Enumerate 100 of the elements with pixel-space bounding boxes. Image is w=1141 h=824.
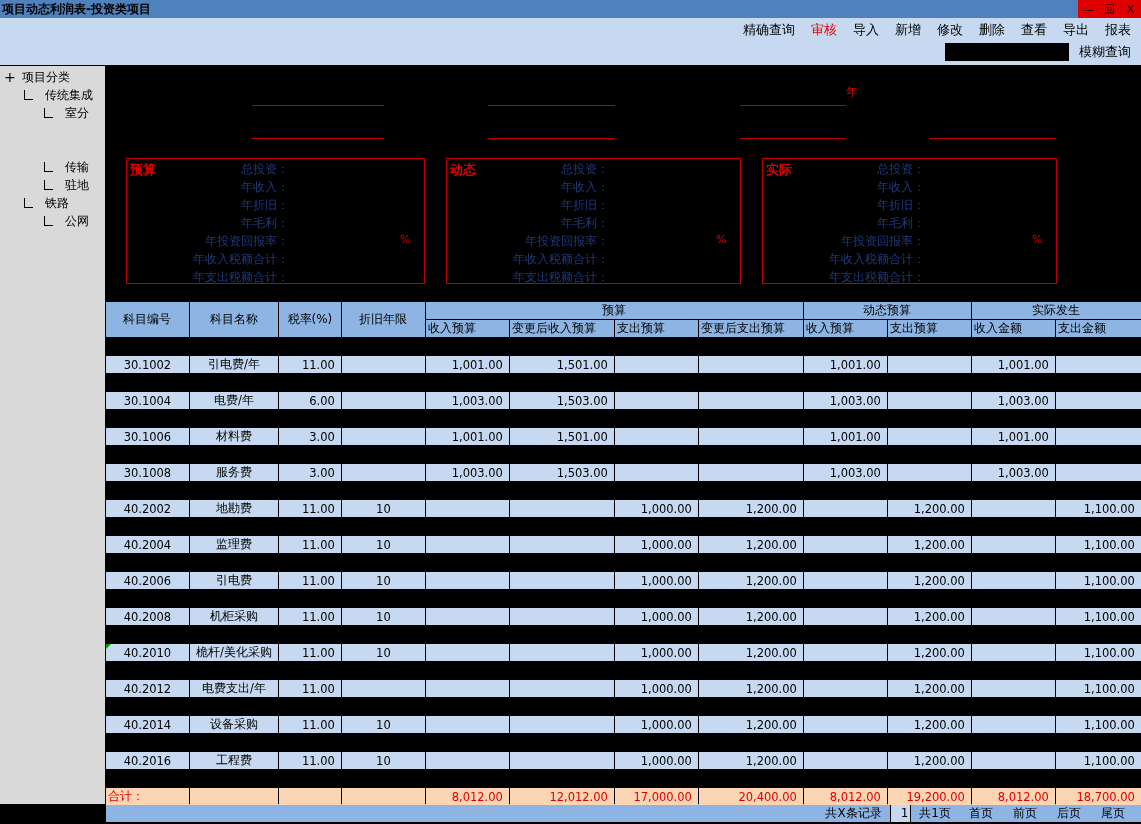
table-cell: 1,200.00: [887, 644, 971, 661]
field-label: 年毛利：: [875, 215, 925, 232]
table-cell: 10: [341, 644, 425, 661]
column-group-header: 动态预算: [803, 302, 971, 319]
window-control-button[interactable]: X: [1120, 0, 1141, 18]
field-label: 年收入税额合计：: [511, 251, 609, 268]
table-cell: 1,200.00: [887, 680, 971, 697]
column-header: 税率(%): [278, 302, 341, 337]
table-cell: 1,001.00: [971, 356, 1055, 373]
tree-branch-icon: [24, 198, 33, 208]
table-cell: 1,100.00: [1055, 572, 1141, 589]
page-button[interactable]: 尾页: [1091, 804, 1135, 822]
tree-item[interactable]: 铁路: [45, 194, 69, 212]
page-button[interactable]: 前页: [1003, 804, 1047, 822]
field-label: 年折旧：: [559, 197, 609, 214]
field-label: 年支出税额合计：: [191, 269, 289, 286]
table-cell: 1,000.00: [614, 536, 698, 553]
tree-branch-icon: [24, 90, 33, 100]
table-cell: 1,000.00: [614, 644, 698, 661]
field-label: 年收入税额合计：: [191, 251, 289, 268]
unit-label: %: [715, 233, 727, 246]
table-cell: 1,200.00: [887, 536, 971, 553]
table-cell: 1,000.00: [614, 500, 698, 517]
tree-item[interactable]: 传统集成: [45, 86, 93, 104]
page-button[interactable]: 后页: [1047, 804, 1091, 822]
table-cell: 10: [341, 500, 425, 517]
unit-label: %: [1031, 233, 1043, 246]
table-cell: 40.2004: [105, 536, 189, 553]
table-cell: 1,003.00: [971, 464, 1055, 481]
column-header: 支出预算: [614, 320, 698, 337]
field-label: 年折旧：: [875, 197, 925, 214]
table-cell: 1,100.00: [1055, 716, 1141, 733]
toolbar-button[interactable]: 报表: [1099, 22, 1137, 39]
fill-in-line[interactable]: [487, 105, 615, 106]
search-field[interactable]: [945, 43, 1069, 61]
table-cell: 1,100.00: [1055, 644, 1141, 661]
tree-item[interactable]: 传输: [65, 158, 89, 176]
table-cell: 1,001.00: [971, 428, 1055, 445]
fill-in-line[interactable]: [928, 138, 1056, 139]
toolbar-button[interactable]: 查看: [1015, 22, 1053, 39]
table-cell: 1,200.00: [887, 500, 971, 517]
table-cell: 1,200.00: [698, 752, 803, 769]
expand-toggle[interactable]: +: [4, 69, 16, 85]
table-cell: 30.1006: [105, 428, 189, 445]
field-label: 年收入：: [239, 179, 289, 196]
tree-item[interactable]: 室分: [65, 104, 89, 122]
table-cell: 地勘费: [189, 500, 278, 517]
toolbar-button[interactable]: 删除: [973, 22, 1011, 39]
fill-in-line[interactable]: [487, 138, 615, 139]
table-cell: 1,100.00: [1055, 500, 1141, 517]
window-control-button[interactable]: 回: [1099, 0, 1120, 18]
fill-in-line[interactable]: [251, 105, 384, 106]
table-cell: 1,003.00: [803, 464, 887, 481]
table-cell: 1,200.00: [698, 680, 803, 697]
table-cell: 12,012.00: [509, 788, 614, 805]
panel-title: 动态: [449, 162, 476, 177]
unit-label: %: [399, 233, 411, 246]
fill-in-line[interactable]: [739, 138, 846, 139]
field-label: 年收入：: [559, 179, 609, 196]
table-cell: 10: [341, 536, 425, 553]
tree-item[interactable]: 项目分类: [21, 68, 70, 86]
column-group-header: 预算: [425, 302, 803, 319]
table-cell: 机柜采购: [189, 608, 278, 625]
toolbar-button[interactable]: 新增: [889, 22, 927, 39]
table-cell: 引电费/年: [189, 356, 278, 373]
table-cell: 服务费: [189, 464, 278, 481]
toolbar-button[interactable]: 精确查询: [737, 22, 801, 39]
table-cell: 3.00: [278, 464, 341, 481]
table-cell: 1,003.00: [425, 392, 509, 409]
page-count: 共1页: [918, 804, 952, 822]
table-cell: 1,200.00: [698, 608, 803, 625]
unit-label: 年: [845, 84, 858, 101]
field-label: 年投资回报率：: [203, 233, 289, 250]
fill-in-line[interactable]: [739, 105, 846, 106]
page-button[interactable]: 首页: [959, 804, 1003, 822]
table-cell: 3.00: [278, 428, 341, 445]
table-cell: 10: [341, 572, 425, 589]
table-cell: 8,012.00: [425, 788, 509, 805]
table-cell: 1,001.00: [425, 428, 509, 445]
table-cell: 40.2008: [105, 608, 189, 625]
tree-item[interactable]: 驻地: [65, 176, 89, 194]
search-button[interactable]: 模糊查询: [1073, 43, 1137, 61]
table-cell: 1,200.00: [698, 644, 803, 661]
table-cell: 11.00: [278, 680, 341, 697]
table-cell: 30.1008: [105, 464, 189, 481]
column-group-header: 实际发生: [971, 302, 1141, 319]
tree-branch-icon: [44, 216, 53, 226]
column-header: 折旧年限: [341, 302, 425, 337]
fill-in-line[interactable]: [251, 138, 384, 139]
table-cell: 1,000.00: [614, 680, 698, 697]
toolbar-button[interactable]: 导入: [847, 22, 885, 39]
panel-title: 预算: [129, 162, 156, 177]
toolbar-button[interactable]: 导出: [1057, 22, 1095, 39]
toolbar-button[interactable]: 修改: [931, 22, 969, 39]
column-header: 收入金额: [971, 320, 1055, 337]
tree-item[interactable]: 公网: [65, 212, 89, 230]
field-label: 年支出税额合计：: [827, 269, 925, 286]
table-cell: 11.00: [278, 572, 341, 589]
table-cell: 11.00: [278, 536, 341, 553]
window-control-button[interactable]: —: [1078, 0, 1099, 18]
